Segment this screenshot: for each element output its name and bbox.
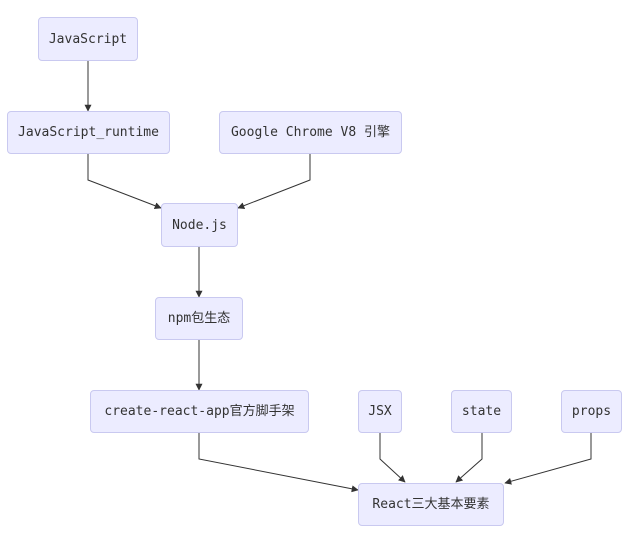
edge-chrome-v8-to-nodejs: [237, 154, 311, 209]
node-javascript: JavaScript: [38, 17, 138, 61]
node-react-elements: React三大基本要素: [358, 483, 504, 526]
node-javascript-runtime-label: JavaScript_runtime: [18, 125, 159, 140]
node-create-react-app: create-react-app官方脚手架: [90, 390, 309, 433]
node-state: state: [451, 390, 512, 433]
node-google-chrome-v8-label: Google Chrome V8 引擎: [230, 125, 391, 140]
edge-js-runtime-to-nodejs: [87, 154, 162, 210]
node-props: props: [561, 390, 622, 433]
edge-props-to-react: [504, 433, 592, 485]
node-npm-ecosystem-label: npm包生态: [167, 311, 231, 326]
flowchart-canvas: JavaScript JavaScript_runtime Google Chr…: [0, 0, 628, 534]
node-jsx-label: JSX: [368, 404, 392, 419]
edge-layer: [84, 61, 592, 493]
node-nodejs-label: Node.js: [172, 217, 227, 233]
node-state-label: state: [461, 404, 502, 419]
node-npm-ecosystem: npm包生态: [155, 297, 243, 340]
edge-state-to-react: [455, 433, 483, 483]
node-javascript-label: JavaScript: [48, 31, 128, 47]
node-google-chrome-v8: Google Chrome V8 引擎: [219, 111, 402, 154]
node-javascript-runtime: JavaScript_runtime: [7, 111, 170, 154]
edge-jsx-to-react: [379, 433, 406, 483]
edge-cra-to-react: [198, 433, 359, 493]
node-react-elements-label: React三大基本要素: [372, 497, 490, 512]
node-nodejs: Node.js: [161, 203, 238, 247]
node-props-label: props: [571, 404, 612, 419]
node-jsx: JSX: [358, 390, 402, 433]
node-create-react-app-label: create-react-app官方脚手架: [104, 404, 295, 419]
